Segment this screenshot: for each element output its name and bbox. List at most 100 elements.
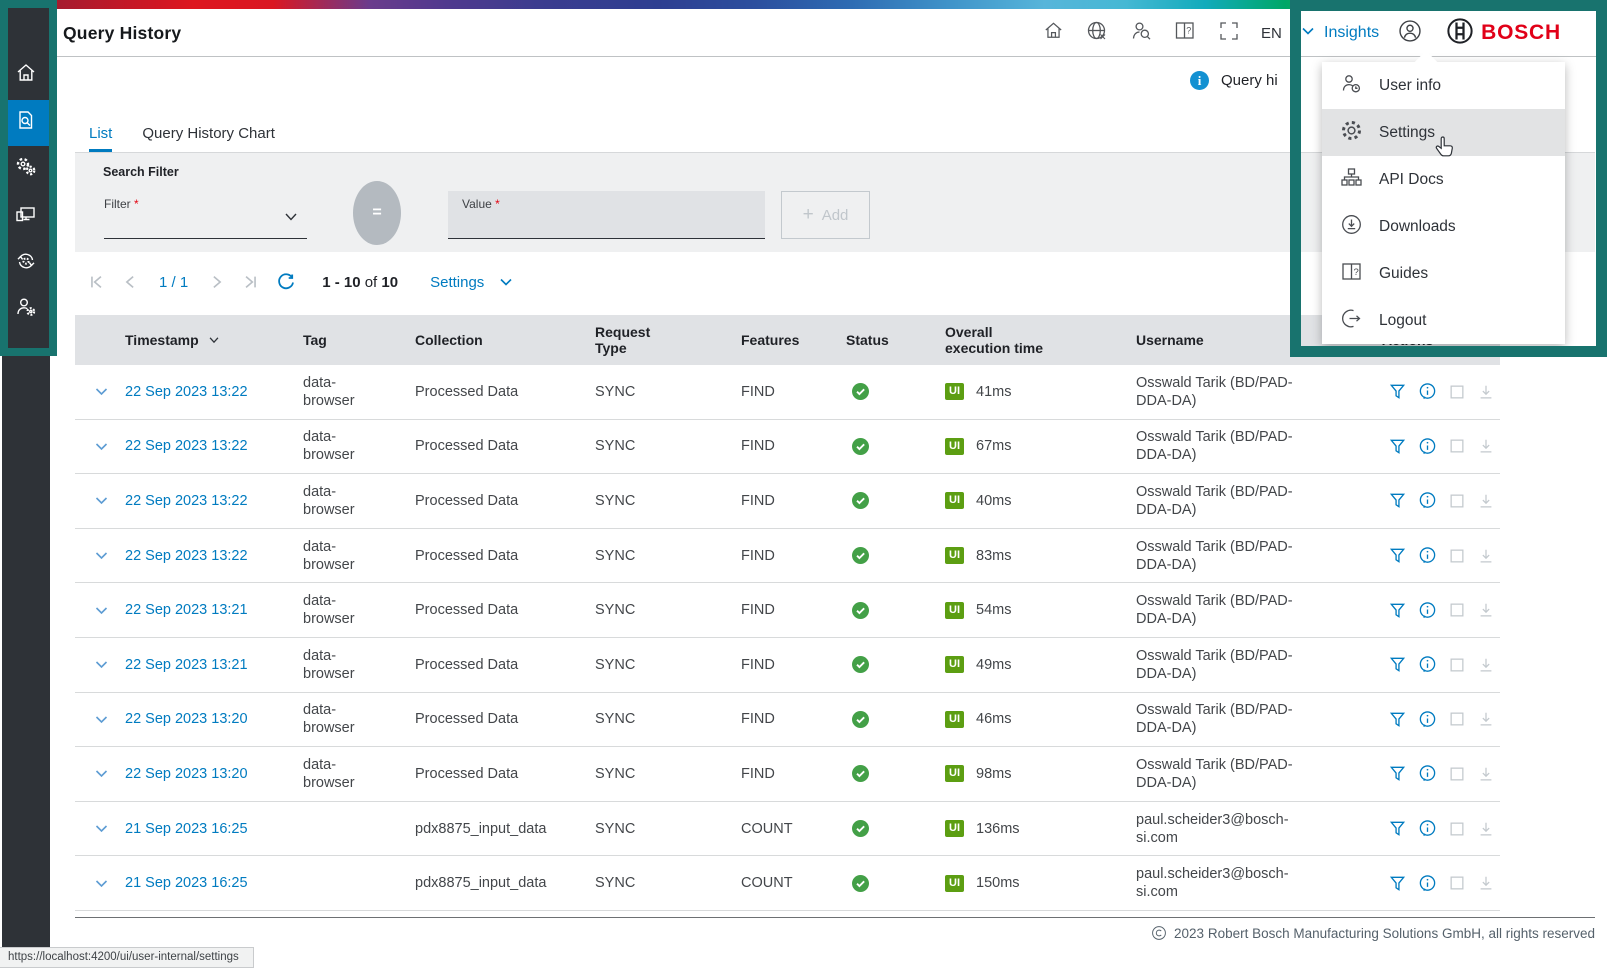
row-expand-button[interactable] <box>75 438 125 455</box>
row-expand-button[interactable] <box>75 383 125 400</box>
menu-item-downloads[interactable]: Downloads <box>1322 203 1565 250</box>
request-type-cell: SYNC <box>595 874 741 892</box>
info-icon[interactable] <box>1418 546 1437 565</box>
info-icon[interactable] <box>1418 491 1437 510</box>
select-square-icon[interactable] <box>1448 601 1466 619</box>
timestamp-link[interactable]: 22 Sep 2023 13:22 <box>125 492 303 510</box>
fullscreen-icon[interactable] <box>1217 19 1241 48</box>
info-icon[interactable] <box>1418 382 1437 401</box>
support-icon[interactable] <box>1129 19 1153 48</box>
select-square-icon[interactable] <box>1448 765 1466 783</box>
refresh-icon[interactable] <box>276 272 296 292</box>
timestamp-link[interactable]: 22 Sep 2023 13:21 <box>125 601 303 619</box>
info-icon[interactable] <box>1418 437 1437 456</box>
row-expand-button[interactable] <box>75 820 125 837</box>
download-icon[interactable] <box>1477 710 1495 728</box>
download-icon[interactable] <box>1477 547 1495 565</box>
filter-icon[interactable] <box>1388 437 1407 456</box>
guide-book-icon[interactable]: ? <box>1173 19 1197 48</box>
status-success-icon <box>852 547 869 564</box>
download-icon[interactable] <box>1477 601 1495 619</box>
logout-icon <box>1340 307 1363 335</box>
previous-page-button[interactable] <box>121 273 139 291</box>
table-settings-button[interactable]: Settings <box>430 274 514 291</box>
collection-cell: Processed Data <box>415 437 595 455</box>
username-cell: Osswald Tarik (BD/PAD- DDA-DA) <box>1136 592 1382 628</box>
menu-item-user-info[interactable]: User info <box>1322 62 1565 109</box>
timestamp-link[interactable]: 21 Sep 2023 16:25 <box>125 874 303 892</box>
insights-link[interactable]: Insights <box>1324 24 1379 42</box>
timestamp-link[interactable]: 22 Sep 2023 13:22 <box>125 383 303 401</box>
info-icon[interactable] <box>1418 764 1437 783</box>
timestamp-link[interactable]: 22 Sep 2023 13:20 <box>125 765 303 783</box>
row-expand-button[interactable] <box>75 602 125 619</box>
info-icon[interactable] <box>1418 710 1437 729</box>
timestamp-link[interactable]: 22 Sep 2023 13:20 <box>125 710 303 728</box>
timestamp-link[interactable]: 21 Sep 2023 16:25 <box>125 820 303 838</box>
add-filter-button[interactable]: + Add <box>781 191 870 239</box>
filter-select[interactable]: Filter * <box>104 191 307 239</box>
select-square-icon[interactable] <box>1448 710 1466 728</box>
value-input[interactable]: Value * <box>448 191 765 239</box>
filter-icon[interactable] <box>1388 546 1407 565</box>
filter-icon[interactable] <box>1388 874 1407 893</box>
info-icon[interactable] <box>1418 655 1437 674</box>
filter-icon[interactable] <box>1388 710 1407 729</box>
row-expand-button[interactable] <box>75 711 125 728</box>
select-square-icon[interactable] <box>1448 437 1466 455</box>
filter-icon[interactable] <box>1388 764 1407 783</box>
row-expand-button[interactable] <box>75 547 125 564</box>
select-square-icon[interactable] <box>1448 820 1466 838</box>
tab-list[interactable]: List <box>89 117 112 152</box>
timestamp-link[interactable]: 22 Sep 2023 13:22 <box>125 437 303 455</box>
first-page-button[interactable] <box>87 273 105 291</box>
last-page-button[interactable] <box>242 273 260 291</box>
download-icon[interactable] <box>1477 492 1495 510</box>
status-cell <box>846 875 945 892</box>
language-label[interactable]: EN <box>1261 25 1282 42</box>
download-icon[interactable] <box>1477 383 1495 401</box>
info-icon[interactable] <box>1418 819 1437 838</box>
row-expand-button[interactable] <box>75 765 125 782</box>
download-icon[interactable] <box>1477 765 1495 783</box>
row-expand-button[interactable] <box>75 492 125 509</box>
copyright-icon <box>1151 925 1167 941</box>
row-expand-button[interactable] <box>75 656 125 673</box>
sidebar-item-query-history[interactable] <box>2 100 50 146</box>
sidebar-item-devices[interactable] <box>2 193 50 239</box>
download-icon[interactable] <box>1477 874 1495 892</box>
tab-query-history-chart[interactable]: Query History Chart <box>142 117 275 152</box>
download-icon[interactable] <box>1477 437 1495 455</box>
select-square-icon[interactable] <box>1448 492 1466 510</box>
menu-item-guides[interactable]: ?Guides <box>1322 250 1565 297</box>
sidebar-item-data-processing[interactable] <box>2 240 50 286</box>
select-square-icon[interactable] <box>1448 874 1466 892</box>
home-icon[interactable] <box>1042 19 1065 47</box>
select-square-icon[interactable] <box>1448 383 1466 401</box>
download-icon[interactable] <box>1477 820 1495 838</box>
filter-icon[interactable] <box>1388 655 1407 674</box>
language-globe-icon[interactable] <box>1085 19 1109 48</box>
chevron-down-icon[interactable] <box>1300 23 1316 44</box>
sidebar-item-user-admin[interactable] <box>2 286 50 332</box>
row-expand-button[interactable] <box>75 875 125 892</box>
filter-icon[interactable] <box>1388 601 1407 620</box>
menu-item-logout[interactable]: Logout <box>1322 297 1565 344</box>
select-square-icon[interactable] <box>1448 547 1466 565</box>
filter-icon[interactable] <box>1388 382 1407 401</box>
filter-icon[interactable] <box>1388 819 1407 838</box>
next-page-button[interactable] <box>208 273 226 291</box>
column-header-timestamp[interactable]: Timestamp <box>125 332 303 348</box>
filter-icon[interactable] <box>1388 491 1407 510</box>
column-header-tag: Tag <box>303 332 415 348</box>
sidebar-item-services[interactable] <box>2 146 50 192</box>
timestamp-link[interactable]: 22 Sep 2023 13:21 <box>125 656 303 674</box>
info-icon[interactable] <box>1418 601 1437 620</box>
info-icon[interactable] <box>1418 874 1437 893</box>
user-avatar-icon[interactable] <box>1397 18 1423 49</box>
sidebar-item-home[interactable] <box>2 52 50 98</box>
timestamp-link[interactable]: 22 Sep 2023 13:22 <box>125 547 303 565</box>
features-cell: COUNT <box>741 874 846 892</box>
download-icon[interactable] <box>1477 656 1495 674</box>
select-square-icon[interactable] <box>1448 656 1466 674</box>
